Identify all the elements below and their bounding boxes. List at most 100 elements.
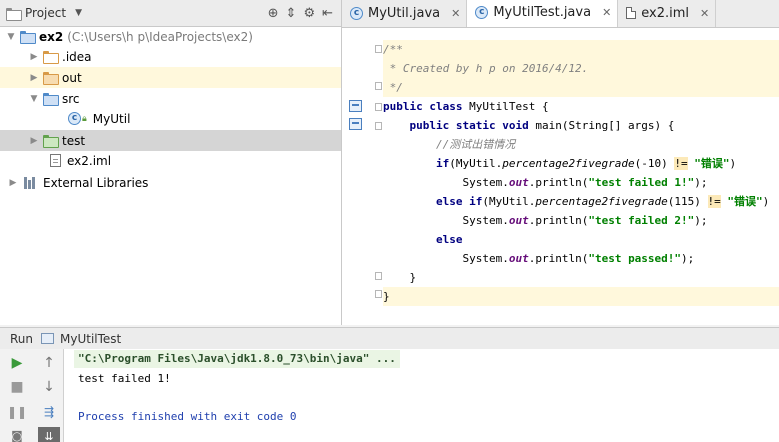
line-comment: //测试出错情况 [435, 138, 516, 151]
string-literal: "test failed 2!" [588, 214, 695, 227]
lock-icon: 🔒︎ [82, 113, 87, 124]
editor: c MyUtil.java ✕ c MyUtilTest.java ✕ ex2.… [342, 0, 779, 325]
code-text: main(String[] args) { [528, 119, 675, 132]
collapse-all-icon[interactable]: ⇕ [286, 6, 297, 21]
close-icon[interactable]: ✕ [451, 7, 460, 20]
project-folder-icon [6, 7, 22, 21]
hide-panel-icon[interactable]: ⇤ [322, 6, 333, 21]
fold-marker-icon[interactable] [375, 290, 382, 298]
project-panel-title: Project [25, 6, 67, 20]
tab-myutil-java[interactable]: c MyUtil.java ✕ [342, 0, 468, 27]
collapsed-arrow-icon[interactable]: ▶ [6, 178, 20, 188]
code-text: (-10) [634, 157, 675, 170]
code-line-current: } [383, 287, 779, 306]
editor-tab-bar: c MyUtil.java ✕ c MyUtilTest.java ✕ ex2.… [342, 0, 779, 28]
fold-marker-icon[interactable] [375, 122, 382, 130]
test-folder-icon [43, 135, 59, 148]
tree-item-label: MyUtil [92, 111, 131, 126]
gear-icon[interactable]: ⚙ [303, 6, 315, 21]
project-view-selector[interactable]: Project ▼ [6, 6, 238, 21]
tree-item-test[interactable]: ▶ test [0, 130, 341, 151]
code-text: (115) [667, 195, 708, 208]
string-literal: "错误" [687, 157, 730, 170]
tree-item-myutil[interactable]: c 🔒︎ MyUtil [0, 108, 341, 129]
tab-myutiltest-java[interactable]: c MyUtilTest.java ✕ [467, 0, 619, 27]
pause-icon[interactable]: ❚❚ [7, 403, 27, 421]
run-toolbar-secondary: ↑ ↓ ⇶ ⇊ [34, 349, 64, 442]
run-panel-header: Run MyUtilTest [0, 327, 779, 349]
rerun-icon[interactable]: ▶ [8, 354, 26, 372]
run-panel-label: Run [10, 331, 34, 346]
close-icon[interactable]: ✕ [602, 6, 611, 19]
close-icon[interactable]: ✕ [700, 7, 709, 20]
code-text: ); [681, 252, 695, 265]
tree-item-label: External Libraries [43, 175, 149, 190]
module-path: (C:\Users\h p\IdeaProjects\ex2) [67, 29, 253, 44]
module-file-icon [626, 7, 637, 19]
tree-item-external-libraries[interactable]: ▶ External Libraries [0, 172, 341, 193]
module-folder-icon [20, 31, 36, 44]
code-text: ); [694, 176, 708, 189]
static-field: out [508, 176, 529, 189]
run-test-method-icon[interactable] [349, 118, 362, 130]
chevron-down-icon: ▼ [75, 8, 82, 18]
run-config-tab[interactable]: MyUtilTest [60, 332, 121, 346]
project-toolbar: ⊕ ⇕ ⚙ ⇤ [268, 6, 341, 21]
run-test-class-icon[interactable] [349, 100, 362, 112]
code-area[interactable]: /** * Created by h p on 2016/4/12. */ pu… [383, 29, 779, 325]
camera-icon[interactable]: ◙ [8, 427, 26, 442]
code-line: else [383, 230, 779, 249]
code-line: else if(MyUtil.percentage2fivegrade(115)… [383, 192, 779, 211]
code-text: .println( [528, 214, 589, 227]
project-panel: Project ▼ ⊕ ⇕ ⚙ ⇤ ▼ ex2 (C:\Users\h p\Id… [0, 0, 342, 325]
tree-item-label: test [62, 133, 86, 148]
arrow-down-icon[interactable]: ↓ [40, 378, 58, 396]
doc-comment: /** [383, 43, 403, 56]
soft-wrap-icon[interactable]: ⇶ [40, 403, 58, 421]
console-command-line[interactable]: "C:\Program Files\Java\jdk1.8.0_73\bin\j… [74, 350, 400, 368]
scroll-to-end-icon[interactable]: ⇊ [38, 427, 60, 442]
keyword: else [435, 233, 463, 246]
tree-item-out[interactable]: ▶ out [0, 67, 341, 88]
fold-marker-icon[interactable] [375, 103, 382, 111]
code-text: ); [694, 214, 708, 227]
tree-item-ex2[interactable]: ▼ ex2 (C:\Users\h p\IdeaProjects\ex2) [0, 26, 341, 47]
console-exit-line: Process finished with exit code 0 [78, 410, 297, 423]
fold-marker-icon[interactable] [375, 82, 382, 90]
libraries-icon [24, 176, 38, 189]
tree-item-ex2-iml[interactable]: ex2.iml [0, 150, 341, 171]
fold-marker-icon[interactable] [375, 272, 382, 280]
code-text: .println( [528, 176, 589, 189]
code-text: System. [462, 214, 509, 227]
tree-item-src[interactable]: ▼ src [0, 88, 341, 109]
expanded-arrow-icon[interactable]: ▼ [4, 32, 18, 42]
locate-icon[interactable]: ⊕ [268, 6, 279, 21]
console-line: test failed 1! [78, 372, 171, 385]
collapsed-arrow-icon[interactable]: ▶ [27, 136, 41, 146]
tab-label: MyUtil.java [368, 5, 441, 21]
collapsed-arrow-icon[interactable]: ▶ [27, 73, 41, 83]
module-file-icon [50, 154, 61, 167]
code-line: public class MyUtilTest { [383, 97, 779, 116]
code-text: System. [462, 176, 509, 189]
code-line: /** [383, 40, 779, 59]
fold-marker-icon[interactable] [375, 45, 382, 53]
editor-gutter [342, 29, 383, 325]
code-line: * Created by h p on 2016/4/12. [383, 59, 779, 78]
tab-label: ex2.iml [641, 5, 690, 21]
arrow-up-icon[interactable]: ↑ [40, 354, 58, 372]
java-class-icon: c [68, 112, 81, 125]
code-text: (MyUtil. [482, 195, 536, 208]
expanded-arrow-icon[interactable]: ▼ [27, 94, 41, 104]
stop-icon[interactable]: ■ [8, 378, 26, 396]
code-text: } [409, 271, 417, 284]
code-text: System. [462, 252, 509, 265]
console-output[interactable]: "C:\Program Files\Java\jdk1.8.0_73\bin\j… [64, 349, 779, 442]
java-class-icon: c [350, 6, 363, 20]
string-literal: "test failed 1!" [588, 176, 695, 189]
tab-ex2-iml[interactable]: ex2.iml ✕ [618, 0, 717, 27]
collapsed-arrow-icon[interactable]: ▶ [27, 52, 41, 62]
run-toolbar: ▶ ■ ❚❚ ◙ [0, 349, 34, 442]
tree-item-idea[interactable]: ▶ .idea [0, 46, 341, 67]
run-config-icon [41, 333, 55, 344]
